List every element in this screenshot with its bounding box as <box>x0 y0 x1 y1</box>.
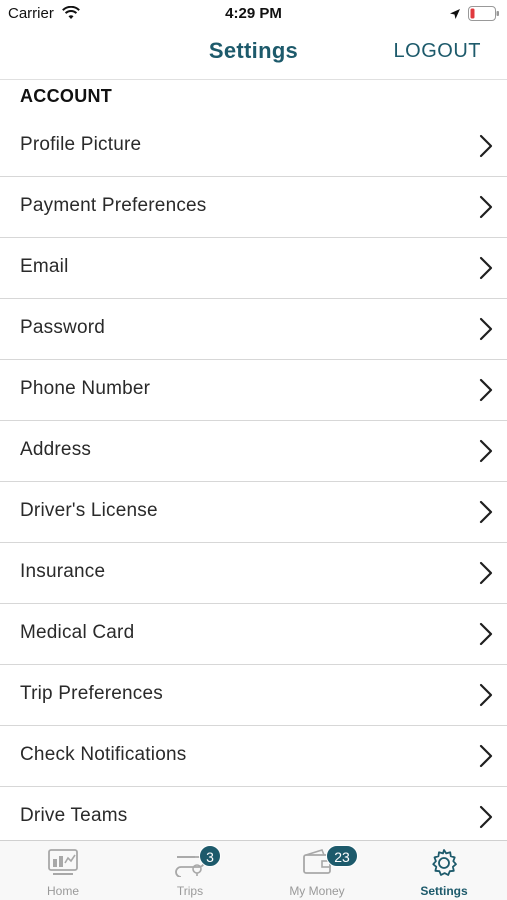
trips-badge: 3 <box>199 845 221 867</box>
chevron-right-icon <box>479 683 493 712</box>
row-label: Drive Teams <box>20 805 128 826</box>
row-label: Trip Preferences <box>20 683 163 704</box>
row-label: Profile Picture <box>20 134 142 155</box>
chevron-right-icon <box>479 561 493 590</box>
status-time: 4:29 PM <box>225 5 282 22</box>
row-label: Driver's License <box>20 500 158 521</box>
chevron-right-icon <box>479 134 493 163</box>
battery-icon <box>468 6 500 26</box>
settings-row-medical-card[interactable]: Medical Card <box>0 604 507 665</box>
settings-list: Profile Picture Payment Preferences Emai… <box>0 116 507 840</box>
settings-row-email[interactable]: Email <box>0 238 507 299</box>
row-label: Insurance <box>20 561 106 582</box>
my-money-badge: 23 <box>326 845 358 867</box>
settings-row-drive-teams[interactable]: Drive Teams <box>0 787 507 840</box>
location-arrow-icon <box>449 7 461 25</box>
row-label: Address <box>20 439 92 460</box>
settings-row-password[interactable]: Password <box>0 299 507 360</box>
row-label: Check Notifications <box>20 744 187 765</box>
chevron-right-icon <box>479 500 493 529</box>
chevron-right-icon <box>479 744 493 773</box>
tab-label: My Money <box>289 884 345 898</box>
settings-row-drivers-license[interactable]: Driver's License <box>0 482 507 543</box>
row-label: Email <box>20 256 69 277</box>
home-chart-icon <box>47 847 79 882</box>
chevron-right-icon <box>479 195 493 224</box>
chevron-right-icon <box>479 622 493 651</box>
gear-icon <box>428 847 460 884</box>
tab-my-money[interactable]: 23 My Money <box>254 841 380 900</box>
logout-button[interactable]: LOGOUT <box>394 40 481 63</box>
settings-row-phone-number[interactable]: Phone Number <box>0 360 507 421</box>
settings-row-trip-preferences[interactable]: Trip Preferences <box>0 665 507 726</box>
chevron-right-icon <box>479 439 493 468</box>
row-label: Payment Preferences <box>20 195 207 216</box>
status-bar: Carrier 4:29 PM <box>0 0 507 28</box>
tab-bar: Home 3 Trips 23 My Money Settings <box>0 840 507 900</box>
chevron-right-icon <box>479 256 493 285</box>
chevron-right-icon <box>479 317 493 346</box>
navigation-bar: Settings LOGOUT <box>0 28 507 80</box>
settings-row-check-notifications[interactable]: Check Notifications <box>0 726 507 787</box>
settings-row-insurance[interactable]: Insurance <box>0 543 507 604</box>
tab-label: Trips <box>176 884 204 898</box>
row-label: Password <box>20 317 106 338</box>
tab-label: Settings <box>420 884 468 898</box>
settings-row-payment-preferences[interactable]: Payment Preferences <box>0 177 507 238</box>
section-header-account: ACCOUNT <box>20 86 113 106</box>
chevron-right-icon <box>479 805 493 834</box>
row-label: Phone Number <box>20 378 151 399</box>
row-label: Medical Card <box>20 622 135 643</box>
tab-label: Home <box>46 884 79 898</box>
tab-settings[interactable]: Settings <box>381 841 507 900</box>
tab-trips[interactable]: 3 Trips <box>127 841 253 900</box>
settings-row-profile-picture[interactable]: Profile Picture <box>0 116 507 177</box>
tab-home[interactable]: Home <box>0 841 126 900</box>
settings-row-address[interactable]: Address <box>0 421 507 482</box>
chevron-right-icon <box>479 378 493 407</box>
